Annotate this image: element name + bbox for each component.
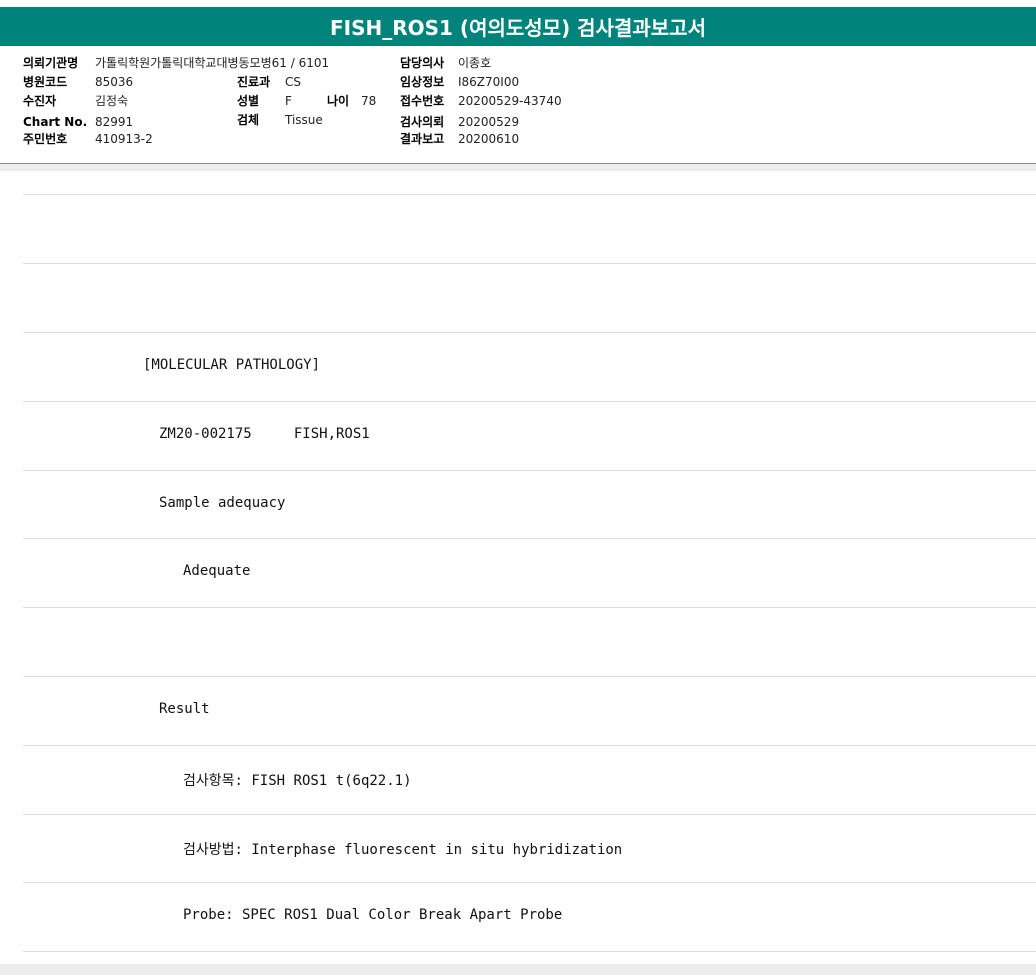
institution-value: 가톨릭학원가톨릭대학교대병동모병61 / 6101: [95, 56, 330, 70]
receipt-label: 접수번호: [400, 94, 445, 108]
report-row: Probe: SPEC ROS1 Dual Color Break Apart …: [23, 882, 1036, 951]
report-line: Adequate: [183, 563, 251, 579]
chart-label: Chart No.: [23, 115, 88, 129]
report-body: [MOLECULAR PATHOLOGY] ZM20-002175 FISH,R…: [0, 171, 1036, 964]
divider-band: [0, 164, 1036, 171]
report-date-value: 20200610: [458, 132, 520, 146]
clinical-info-label: 임상정보: [400, 75, 445, 89]
report-line: Result: [159, 701, 210, 717]
report-row: [23, 951, 1036, 964]
doctor-value: 이종호: [458, 56, 492, 70]
institution-label: 의뢰기관명: [23, 56, 79, 70]
report-date-label: 결과보고: [400, 132, 445, 146]
report-line: [MOLECULAR PATHOLOGY]: [143, 357, 321, 373]
report-line: Sample adequacy: [159, 495, 286, 511]
request-label: 검사의뢰: [400, 115, 445, 129]
patient-label: 수진자: [23, 94, 57, 108]
resident-label: 주민번호: [23, 132, 68, 146]
report-title: FISH_ROS1 (여의도성모) 검사결과보고서: [0, 7, 1036, 46]
report-row: [23, 194, 1036, 263]
patient-info-panel: 의뢰기관명 가톨릭학원가톨릭대학교대병동모병61 / 6101 병원코드 850…: [0, 48, 1036, 164]
report-row: [MOLECULAR PATHOLOGY]: [23, 332, 1036, 401]
clinical-info-value: I86Z70I00: [458, 75, 520, 89]
specimen-value: Tissue: [285, 113, 323, 127]
chart-value: 82991: [95, 115, 134, 129]
receipt-value: 20200529-43740: [458, 94, 562, 108]
report-row: Adequate: [23, 538, 1036, 607]
hospital-code-label: 병원코드: [23, 75, 68, 89]
report-row: [23, 607, 1036, 676]
specimen-label: 검체: [237, 113, 260, 127]
report-line: Probe: SPEC ROS1 Dual Color Break Apart …: [183, 907, 563, 923]
bottom-band: [0, 964, 1036, 975]
request-value: 20200529: [458, 115, 520, 129]
report-row: 검사항목: FISH ROS1 t(6q22.1): [23, 745, 1036, 814]
report-row: 검사방법: Interphase fluorescent in situ hyb…: [23, 814, 1036, 883]
report-row: Sample adequacy: [23, 470, 1036, 539]
hospital-code-value: 85036: [95, 75, 134, 89]
report-line: 검사항목: FISH ROS1 t(6q22.1): [183, 773, 412, 789]
report-row: ZM20-002175 FISH,ROS1: [23, 401, 1036, 470]
age-label: 나이: [327, 94, 350, 108]
report-row: Result: [23, 676, 1036, 745]
doctor-label: 담당의사: [400, 56, 445, 70]
department-value: CS: [285, 75, 301, 89]
report-row: [23, 263, 1036, 332]
sex-label: 성별: [237, 94, 260, 108]
department-label: 진료과: [237, 75, 271, 89]
resident-value: 410913-2: [95, 132, 153, 146]
report-line: ZM20-002175 FISH,ROS1: [159, 426, 370, 442]
patient-value: 김정숙: [95, 94, 129, 108]
age-value: 78: [361, 94, 377, 108]
report-line: 검사방법: Interphase fluorescent in situ hyb…: [183, 842, 623, 858]
sex-value: F: [285, 94, 292, 108]
